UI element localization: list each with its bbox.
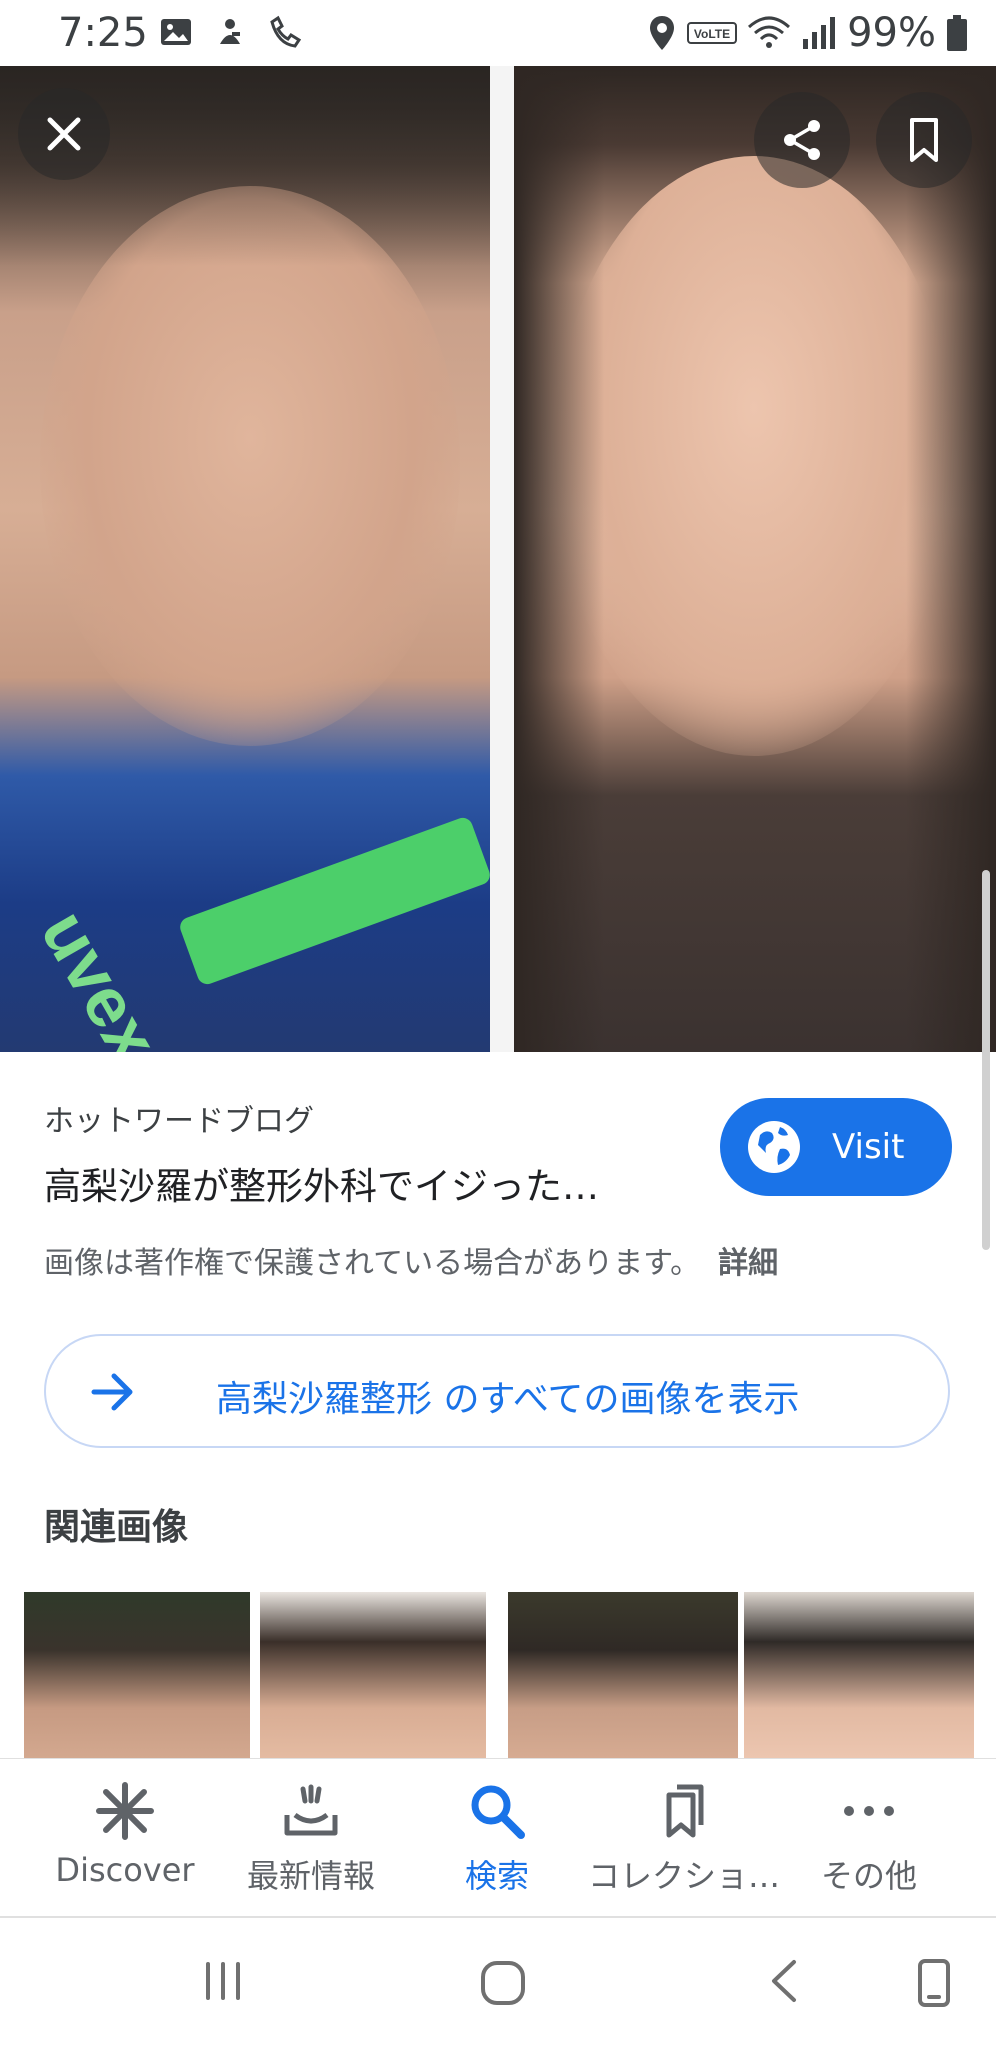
status-time: 7:25 xyxy=(58,10,148,56)
nav-collections[interactable]: コレクショ… xyxy=(588,1781,781,1897)
wifi-icon xyxy=(748,16,791,48)
source-site-name[interactable]: ホットワードブログ xyxy=(44,1096,314,1140)
image-icon xyxy=(161,19,191,45)
bookmark-icon xyxy=(910,118,938,162)
nav-search-label: 検索 xyxy=(464,1857,529,1895)
shirt-text: uvex xyxy=(26,897,174,1052)
hero-divider xyxy=(490,66,514,1052)
recent-apps-button[interactable] xyxy=(200,1958,246,2004)
close-icon xyxy=(47,117,81,151)
battery-icon xyxy=(947,15,967,51)
nav-collections-label: コレクショ… xyxy=(588,1857,781,1895)
hero-image-right xyxy=(514,66,996,1052)
face-left xyxy=(40,186,460,746)
close-button[interactable] xyxy=(18,88,110,180)
visit-button[interactable]: Visit xyxy=(720,1098,952,1196)
phone-icon[interactable] xyxy=(914,1958,954,2008)
volte-icon: VoLTE xyxy=(687,22,738,44)
nav-more-label: その他 xyxy=(820,1857,917,1895)
hair-right xyxy=(514,66,604,1052)
related-image-2-left xyxy=(508,1592,738,1758)
visit-label: Visit xyxy=(832,1127,905,1167)
handset-icon xyxy=(270,15,302,48)
bottom-navigation: Discover 最新情報 検索 コレクショ… その他 xyxy=(0,1758,996,1916)
battery-percent: 99% xyxy=(847,10,936,56)
share-button[interactable] xyxy=(754,92,850,188)
more-icon xyxy=(844,1806,894,1816)
nav-updates[interactable]: 最新情報 xyxy=(216,1781,406,1897)
source-page-title[interactable]: 高梨沙羅が整形外科でイジった… xyxy=(44,1156,599,1210)
nav-more[interactable]: その他 xyxy=(774,1781,964,1897)
share-icon xyxy=(784,120,820,160)
related-image-1-left xyxy=(24,1592,250,1758)
nav-discover-label: Discover xyxy=(55,1851,195,1889)
copyright-notice: 画像は著作権で保護されている場合があります。 詳細 xyxy=(44,1238,778,1282)
nav-search[interactable]: 検索 xyxy=(402,1781,592,1897)
see-all-images-button[interactable]: 高梨沙羅整形 のすべての画像を表示 xyxy=(44,1334,950,1448)
jacket-collar xyxy=(177,815,493,987)
copyright-details-link[interactable]: 詳細 xyxy=(718,1246,778,1281)
status-left-icons xyxy=(158,14,302,50)
status-bar: 7:25 VoLTE 99% xyxy=(0,0,996,66)
globe-icon xyxy=(748,1121,800,1173)
collections-icon xyxy=(666,1784,704,1838)
related-image-1-right xyxy=(260,1592,486,1758)
status-right-icons: VoLTE 99% xyxy=(647,10,968,56)
bookmark-button[interactable] xyxy=(876,92,972,188)
hero-image[interactable]: uvex xyxy=(0,66,996,1052)
back-button[interactable] xyxy=(764,1958,804,2004)
discover-icon xyxy=(96,1782,154,1840)
notification-icon xyxy=(220,19,240,44)
related-image-1[interactable] xyxy=(24,1592,486,1758)
system-navigation-bar xyxy=(0,1918,996,2048)
home-button[interactable] xyxy=(478,1958,528,2008)
svg-text:VoLTE: VoLTE xyxy=(694,27,730,41)
location-icon xyxy=(650,16,675,50)
nav-updates-label: 最新情報 xyxy=(246,1857,375,1895)
related-image-2-right xyxy=(744,1592,974,1758)
updates-icon xyxy=(284,1784,338,1836)
copyright-text: 画像は著作権で保護されている場合があります。 xyxy=(44,1246,701,1281)
see-all-images-label: 高梨沙羅整形 のすべての画像を表示 xyxy=(216,1379,800,1420)
signal-icon xyxy=(803,17,836,49)
scrollbar[interactable] xyxy=(982,870,990,1250)
search-icon xyxy=(471,1785,525,1839)
arrow-right-icon xyxy=(91,1373,133,1411)
hero-image-left: uvex xyxy=(0,66,493,1052)
related-image-2[interactable] xyxy=(508,1592,974,1758)
nav-discover[interactable]: Discover xyxy=(30,1781,220,1889)
related-images-heading: 関連画像 xyxy=(44,1507,189,1548)
face-right xyxy=(554,156,954,756)
